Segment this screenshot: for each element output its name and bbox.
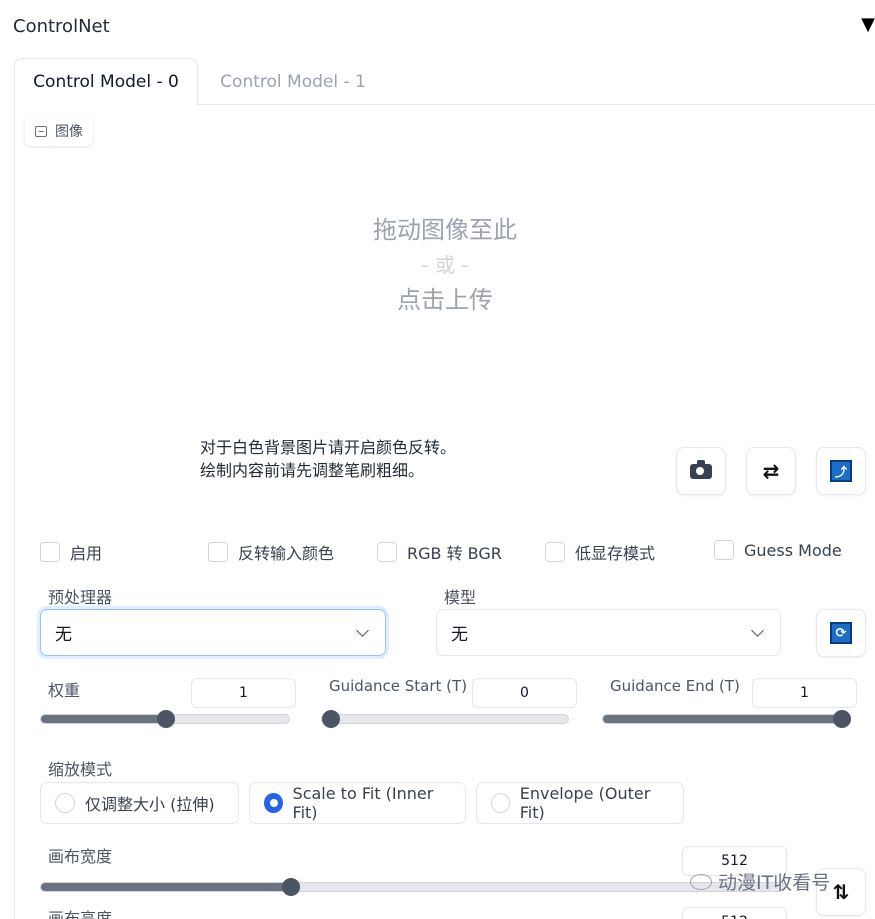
chevron-down-icon (356, 624, 369, 637)
checkbox-box[interactable] (377, 542, 397, 562)
checkbox-rgb-to-bgr[interactable]: RGB 转 BGR (377, 540, 502, 564)
canvas-width-label: 画布宽度 (48, 847, 113, 866)
slider-thumb[interactable] (833, 710, 851, 728)
watermark-text: 动漫IT收看号 (718, 872, 831, 894)
image-drop-zone[interactable]: 拖动图像至此 - 或 - 点击上传 (270, 212, 620, 318)
watermark: 动漫IT收看号 (690, 868, 830, 895)
slider-fill (41, 715, 165, 723)
canvas-height-label: 画布高度 (48, 909, 113, 919)
radio-label: Envelope (Outer Fit) (519, 784, 651, 822)
slider-thumb[interactable] (322, 710, 340, 728)
refresh-models-button[interactable]: ⟳ (816, 609, 866, 657)
wechat-icon (690, 873, 712, 890)
preprocessor-select[interactable]: 无 (40, 609, 386, 656)
checkbox-invert-input-color[interactable]: 反转输入颜色 (208, 540, 334, 564)
radio-scale-to-fit[interactable]: Scale to Fit (Inner Fit) (249, 782, 466, 824)
hint-line: 对于白色背景图片请开启颜色反转。 (200, 438, 457, 457)
canvas-height-number-input[interactable]: 512 (682, 907, 787, 919)
radio-dot[interactable] (491, 793, 510, 813)
checkbox-box[interactable] (545, 542, 565, 562)
swap-button[interactable]: ⇄ (746, 447, 796, 495)
guidance-end-number-input[interactable]: 1 (752, 678, 857, 708)
canvas-width-slider[interactable] (40, 878, 785, 896)
checkbox-box[interactable] (40, 542, 60, 562)
model-label: 模型 (444, 588, 477, 607)
slider-fill (603, 715, 849, 723)
controlnet-title[interactable]: ControlNet (13, 16, 110, 37)
image-label-text: 图像 (55, 124, 83, 140)
checkbox-enable[interactable]: 启用 (40, 540, 102, 564)
tab-control-model-1[interactable]: Control Model - 1 (198, 58, 388, 105)
slider-fill (41, 883, 290, 891)
tab-label: Control Model - 0 (33, 71, 179, 92)
guidance-start-label: Guidance Start (T) (329, 677, 468, 695)
hint-line: 绘制内容前请先调整笔刷粗细。 (200, 461, 425, 480)
flip-icon: ⇅ (832, 880, 850, 904)
swap-icon: ⇄ (762, 459, 780, 483)
weight-slider[interactable] (40, 710, 290, 728)
radio-envelope[interactable]: Envelope (Outer Fit) (476, 782, 684, 824)
preprocessor-label: 预处理器 (48, 588, 113, 607)
slider-thumb[interactable] (282, 878, 300, 896)
tab-label: Control Model - 1 (220, 71, 366, 92)
radio-dot[interactable] (55, 793, 75, 813)
drop-or-text: - 或 - (421, 253, 469, 277)
checkbox-low-vram[interactable]: 低显存模式 (545, 540, 655, 564)
guidance-end-label: Guidance End (T) (610, 677, 740, 695)
click-upload-text: 点击上传 (397, 286, 493, 314)
preprocessor-value: 无 (55, 625, 72, 645)
checkbox-label: Guess Mode (744, 540, 842, 560)
image-icon (35, 125, 47, 137)
guidance-start-slider[interactable] (321, 710, 569, 728)
upload-arrow-icon: ⤴ (830, 460, 852, 482)
radio-just-resize[interactable]: 仅调整大小 (拉伸) (40, 782, 239, 824)
slider-thumb[interactable] (157, 710, 175, 728)
send-dimensions-button[interactable]: ⤴ (816, 447, 866, 495)
weight-label: 权重 (48, 681, 81, 700)
checkbox-label: 低显存模式 (575, 544, 656, 563)
webcam-button[interactable] (676, 447, 726, 495)
checkbox-label: 反转输入颜色 (238, 544, 335, 563)
image-label-badge: 图像 (25, 116, 93, 146)
checkbox-label: 启用 (70, 544, 103, 563)
chevron-down-icon (751, 624, 764, 637)
refresh-icon: ⟳ (830, 622, 852, 644)
model-value: 无 (451, 625, 468, 645)
camera-icon (690, 459, 712, 479)
radio-dot-selected[interactable] (264, 793, 283, 813)
collapse-icon[interactable]: ▼ (861, 14, 875, 35)
guidance-end-slider[interactable] (602, 710, 851, 728)
canvas-hint: 对于白色背景图片请开启颜色反转。 绘制内容前请先调整笔刷粗细。 (200, 436, 456, 482)
guidance-start-number-input[interactable]: 0 (472, 678, 577, 708)
weight-number-input[interactable]: 1 (191, 678, 296, 708)
radio-label: 仅调整大小 (拉伸) (85, 795, 215, 814)
resize-mode-label: 缩放模式 (48, 760, 113, 779)
checkbox-box[interactable] (714, 540, 734, 560)
drop-text: 拖动图像至此 (373, 216, 517, 244)
checkbox-guess-mode[interactable]: Guess Mode (714, 540, 842, 560)
model-select[interactable]: 无 (436, 609, 781, 656)
tab-control-model-0[interactable]: Control Model - 0 (14, 58, 198, 105)
radio-label: Scale to Fit (Inner Fit) (292, 784, 434, 822)
checkbox-box[interactable] (208, 542, 228, 562)
checkbox-label: RGB 转 BGR (407, 544, 502, 563)
